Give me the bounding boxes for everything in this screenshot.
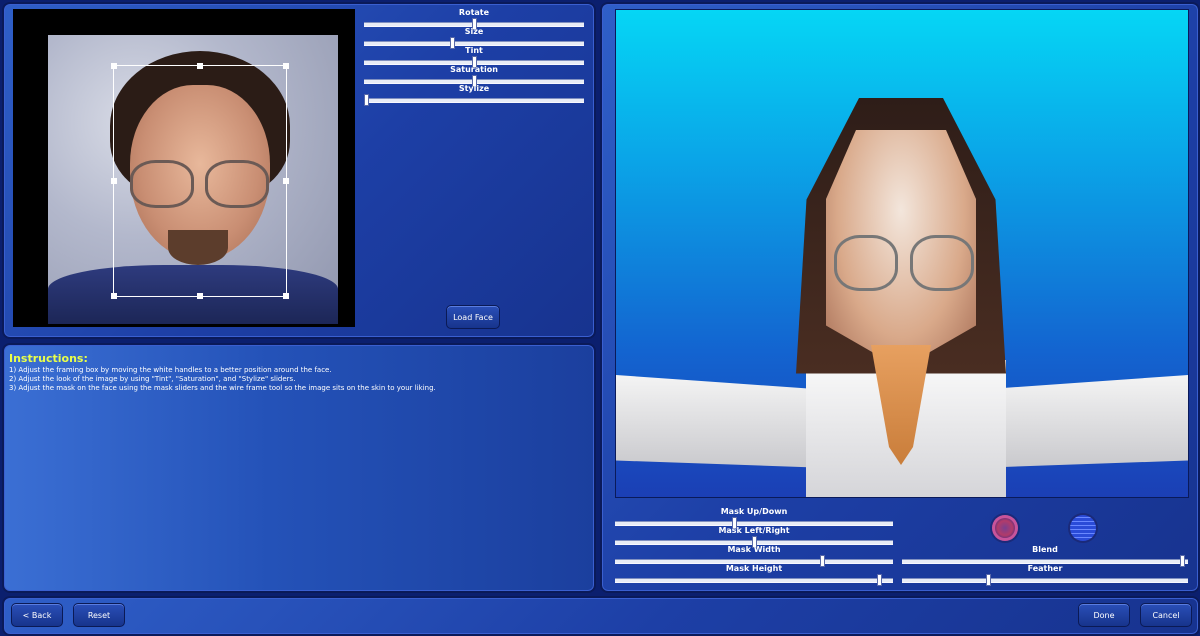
slider-label: Feather (1027, 564, 1063, 573)
framing-box[interactable] (111, 63, 289, 299)
instruction-line: 3) Adjust the mask on the face using the… (9, 384, 436, 392)
crop-handle-br[interactable] (283, 293, 289, 299)
slider-label: Mask Height (725, 564, 783, 573)
slider-label: Stylize (458, 84, 490, 93)
done-button[interactable]: Done (1078, 603, 1130, 627)
back-button[interactable]: < Back (11, 603, 63, 627)
slider-thumb[interactable] (877, 574, 882, 586)
wireframe-icon[interactable] (1070, 515, 1096, 541)
cancel-button[interactable]: Cancel (1140, 603, 1192, 627)
photo-frame (13, 9, 355, 327)
bottom-navigation-bar: < Back Reset Done Cancel (2, 596, 1200, 636)
slider-label: Blend (1032, 545, 1058, 554)
slider-label: Mask Width (727, 545, 781, 554)
reset-button[interactable]: Reset (73, 603, 125, 627)
slider-thumb[interactable] (364, 94, 369, 106)
color-swatch-icon[interactable] (992, 515, 1018, 541)
crop-handle-bm[interactable] (197, 293, 203, 299)
slider-label: Tint (465, 46, 483, 55)
crop-handle-bl[interactable] (111, 293, 117, 299)
face-edit-panel: Rotate Size Tint Saturation Stylize Load… (2, 2, 596, 339)
slider-label: Rotate (458, 8, 490, 17)
instructions-title: Instructions: (9, 352, 88, 365)
preview-panel: Mask Up/Down Mask Left/Right Mask Width … (600, 2, 1200, 593)
slider-label: Saturation (450, 65, 498, 74)
instruction-line: 1) Adjust the framing box by moving the … (9, 366, 332, 374)
3d-preview-viewport[interactable] (615, 9, 1189, 498)
instructions-panel: Instructions: 1) Adjust the framing box … (2, 343, 596, 593)
slider-track[interactable] (364, 98, 584, 103)
slider-label: Mask Up/Down (720, 507, 788, 516)
slider-mask-height[interactable]: Mask Height (615, 564, 893, 588)
crop-handle-tr[interactable] (283, 63, 289, 69)
slider-track[interactable] (615, 578, 893, 583)
slider-track[interactable] (902, 578, 1188, 583)
slider-label: Mask Left/Right (718, 526, 790, 535)
instruction-line: 2) Adjust the look of the image by using… (9, 375, 296, 383)
slider-label: Size (464, 27, 484, 36)
crop-handle-mr[interactable] (283, 178, 289, 184)
crop-handle-ml[interactable] (111, 178, 117, 184)
load-face-button[interactable]: Load Face (446, 305, 500, 329)
slider-stylize[interactable]: Stylize (364, 84, 584, 108)
slider-thumb[interactable] (986, 574, 991, 586)
crop-handle-tl[interactable] (111, 63, 117, 69)
crop-handle-tm[interactable] (197, 63, 203, 69)
slider-feather[interactable]: Feather (902, 564, 1188, 588)
